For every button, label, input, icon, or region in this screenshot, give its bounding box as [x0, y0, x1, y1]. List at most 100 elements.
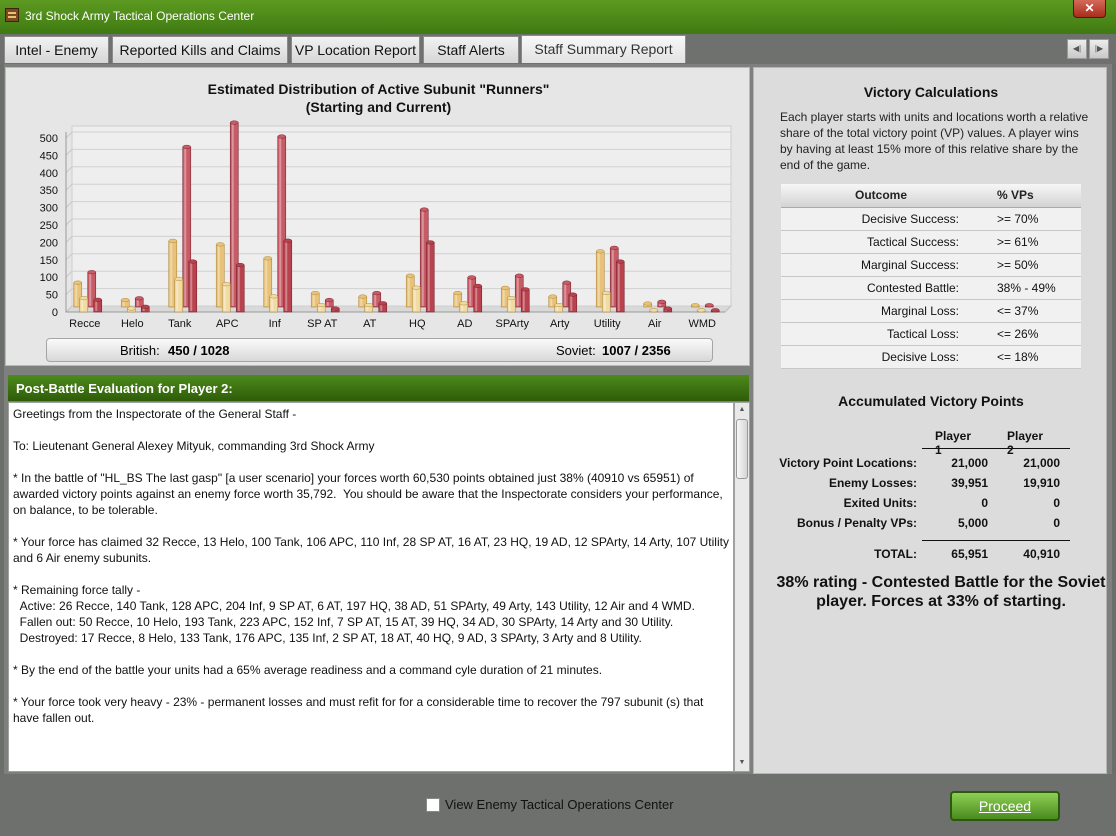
y-tick-label: 250 — [40, 220, 58, 232]
bar-highlight — [237, 266, 240, 311]
tab-staff-alerts[interactable]: Staff Alerts — [423, 36, 519, 63]
x-tick-label: Tank — [168, 318, 192, 330]
bar-cap — [453, 291, 462, 296]
bar-cap — [73, 280, 82, 285]
soviet-label: Soviet: — [556, 343, 596, 358]
y-tick-label: 0 — [52, 307, 58, 319]
bar-hq-series-1 — [411, 287, 421, 313]
evaluation-paragraph: * Remaining force tally - Active: 26 Rec… — [13, 583, 695, 645]
bar-cap — [269, 294, 278, 299]
accumulated-title: Accumulated Victory Points — [838, 393, 1024, 409]
app-icon — [5, 8, 19, 22]
bar-cap — [236, 262, 245, 268]
bar-cap — [311, 291, 320, 296]
victory-panel: Victory Calculations Each player starts … — [753, 67, 1107, 774]
tab-reported-kills[interactable]: Reported Kills and Claims — [112, 36, 288, 63]
scroll-up-icon[interactable]: ▲ — [737, 404, 747, 416]
bar-highlight — [455, 294, 458, 306]
bar-highlight — [312, 294, 315, 306]
bar-highlight — [508, 299, 511, 311]
bar-utility-series-1 — [601, 292, 611, 313]
bar-cap — [174, 276, 183, 281]
rating-text: 38% rating - Contested Battle for the So… — [776, 574, 1106, 610]
outcome-cell: Marginal Loss: — [781, 299, 981, 323]
chart-gridline-side — [65, 183, 73, 191]
y-tick-label: 400 — [40, 168, 58, 180]
bar-cap — [168, 238, 177, 243]
scroll-thumb[interactable] — [736, 419, 748, 479]
tab-intel-enemy[interactable]: Intel - Enemy — [4, 36, 109, 63]
evaluation-header: Post-Battle Evaluation for Player 2: — [8, 375, 749, 401]
bar-cap — [610, 245, 619, 250]
accumulated-player2-value: 0 — [1053, 496, 1060, 510]
vp-percent-cell: >= 61% — [981, 230, 1081, 254]
bar-highlight — [469, 278, 472, 306]
scroll-down-icon[interactable]: ▼ — [737, 757, 747, 769]
title-bar: 3rd Shock Army Tactical Operations Cente… — [0, 0, 1116, 34]
view-enemy-checkbox[interactable] — [426, 798, 440, 812]
bar-cap — [521, 287, 530, 292]
bar-cap — [596, 249, 605, 254]
bar-cap — [459, 301, 468, 306]
proceed-button[interactable]: Proceed — [950, 791, 1060, 821]
x-tick-label: Helo — [121, 318, 144, 330]
accumulated-player2-value: 19,910 — [1023, 476, 1060, 490]
chart-gridline-side — [65, 218, 73, 226]
evaluation-paragraph: * In the battle of "HL_BS The last gasp"… — [13, 471, 727, 517]
tab-scroll-left-icon[interactable]: ◀| — [1067, 39, 1087, 59]
bar-highlight — [407, 276, 410, 306]
chart-panel: Estimated Distribution of Active Subunit… — [5, 67, 750, 366]
accumulated-row-label: Exited Units: — [843, 496, 917, 510]
bar-highlight — [223, 285, 226, 311]
accumulated-player2-value: 21,000 — [1023, 456, 1060, 470]
total-player1: 65,951 — [951, 547, 988, 561]
chart-gridline-side — [65, 149, 73, 156]
view-enemy-label[interactable]: View Enemy Tactical Operations Center — [445, 797, 674, 812]
tab-vp-location-report[interactable]: VP Location Report — [291, 36, 420, 63]
bar-highlight — [502, 288, 505, 306]
y-tick-label: 350 — [40, 185, 58, 197]
chart-gridline-side — [65, 166, 73, 174]
evaluation-text-box[interactable]: Greetings from the Inspectorate of the G… — [8, 402, 734, 772]
soviet-value: 1007 / 2356 — [602, 343, 671, 358]
bar-highlight — [550, 297, 553, 306]
vp-percent-cell: <= 18% — [981, 345, 1081, 369]
bar-cap — [501, 285, 510, 290]
tab-scroll-right-icon[interactable]: |▶ — [1089, 39, 1109, 59]
accumulated-row-label: Victory Point Locations: — [779, 456, 917, 470]
evaluation-scrollbar[interactable]: ▲ ▼ — [734, 402, 750, 772]
outcome-cell: Decisive Success: — [781, 207, 981, 231]
x-tick-label: Recce — [69, 318, 100, 330]
bar-highlight — [522, 290, 525, 311]
bar-cap — [663, 306, 672, 311]
evaluation-paragraph: * By the end of the battle your units ha… — [13, 663, 603, 677]
bar-recce-series-1 — [79, 297, 89, 313]
bar-cap — [127, 306, 136, 311]
bar-cap — [317, 302, 326, 308]
bar-sparty-series-3 — [520, 289, 530, 313]
evaluation-paragraph: To: Lieutenant General Alexey Mityuk, co… — [13, 439, 375, 453]
x-tick-label: AD — [457, 318, 472, 330]
bar-cap — [643, 301, 652, 306]
outcome-cell: Decisive Loss: — [781, 345, 981, 369]
bar-highlight — [89, 273, 92, 306]
bar-cap — [568, 292, 577, 297]
tab-staff-summary-report[interactable]: Staff Summary Report — [521, 35, 686, 63]
total-label: TOTAL: — [874, 547, 917, 561]
header-divider — [922, 448, 1070, 449]
y-tick-label: 500 — [40, 133, 58, 145]
outcome-cell: Tactical Success: — [781, 230, 981, 254]
bar-cap — [562, 280, 571, 285]
victory-title: Victory Calculations — [863, 84, 999, 100]
bar-highlight — [475, 286, 478, 311]
victory-row: Marginal Success: >= 50% — [781, 253, 1081, 277]
close-button[interactable]: ✕ — [1073, 0, 1106, 18]
x-tick-label: APC — [216, 318, 239, 330]
bar-cap — [616, 259, 625, 264]
bar-cap — [548, 294, 557, 299]
victory-row: Contested Battle: 38% - 49% — [781, 276, 1081, 300]
y-tick-label: 200 — [40, 237, 58, 249]
chart-gridline-side — [65, 288, 73, 295]
accumulated-player1-value: 21,000 — [951, 456, 988, 470]
accumulated-player1-value: 5,000 — [957, 516, 988, 530]
